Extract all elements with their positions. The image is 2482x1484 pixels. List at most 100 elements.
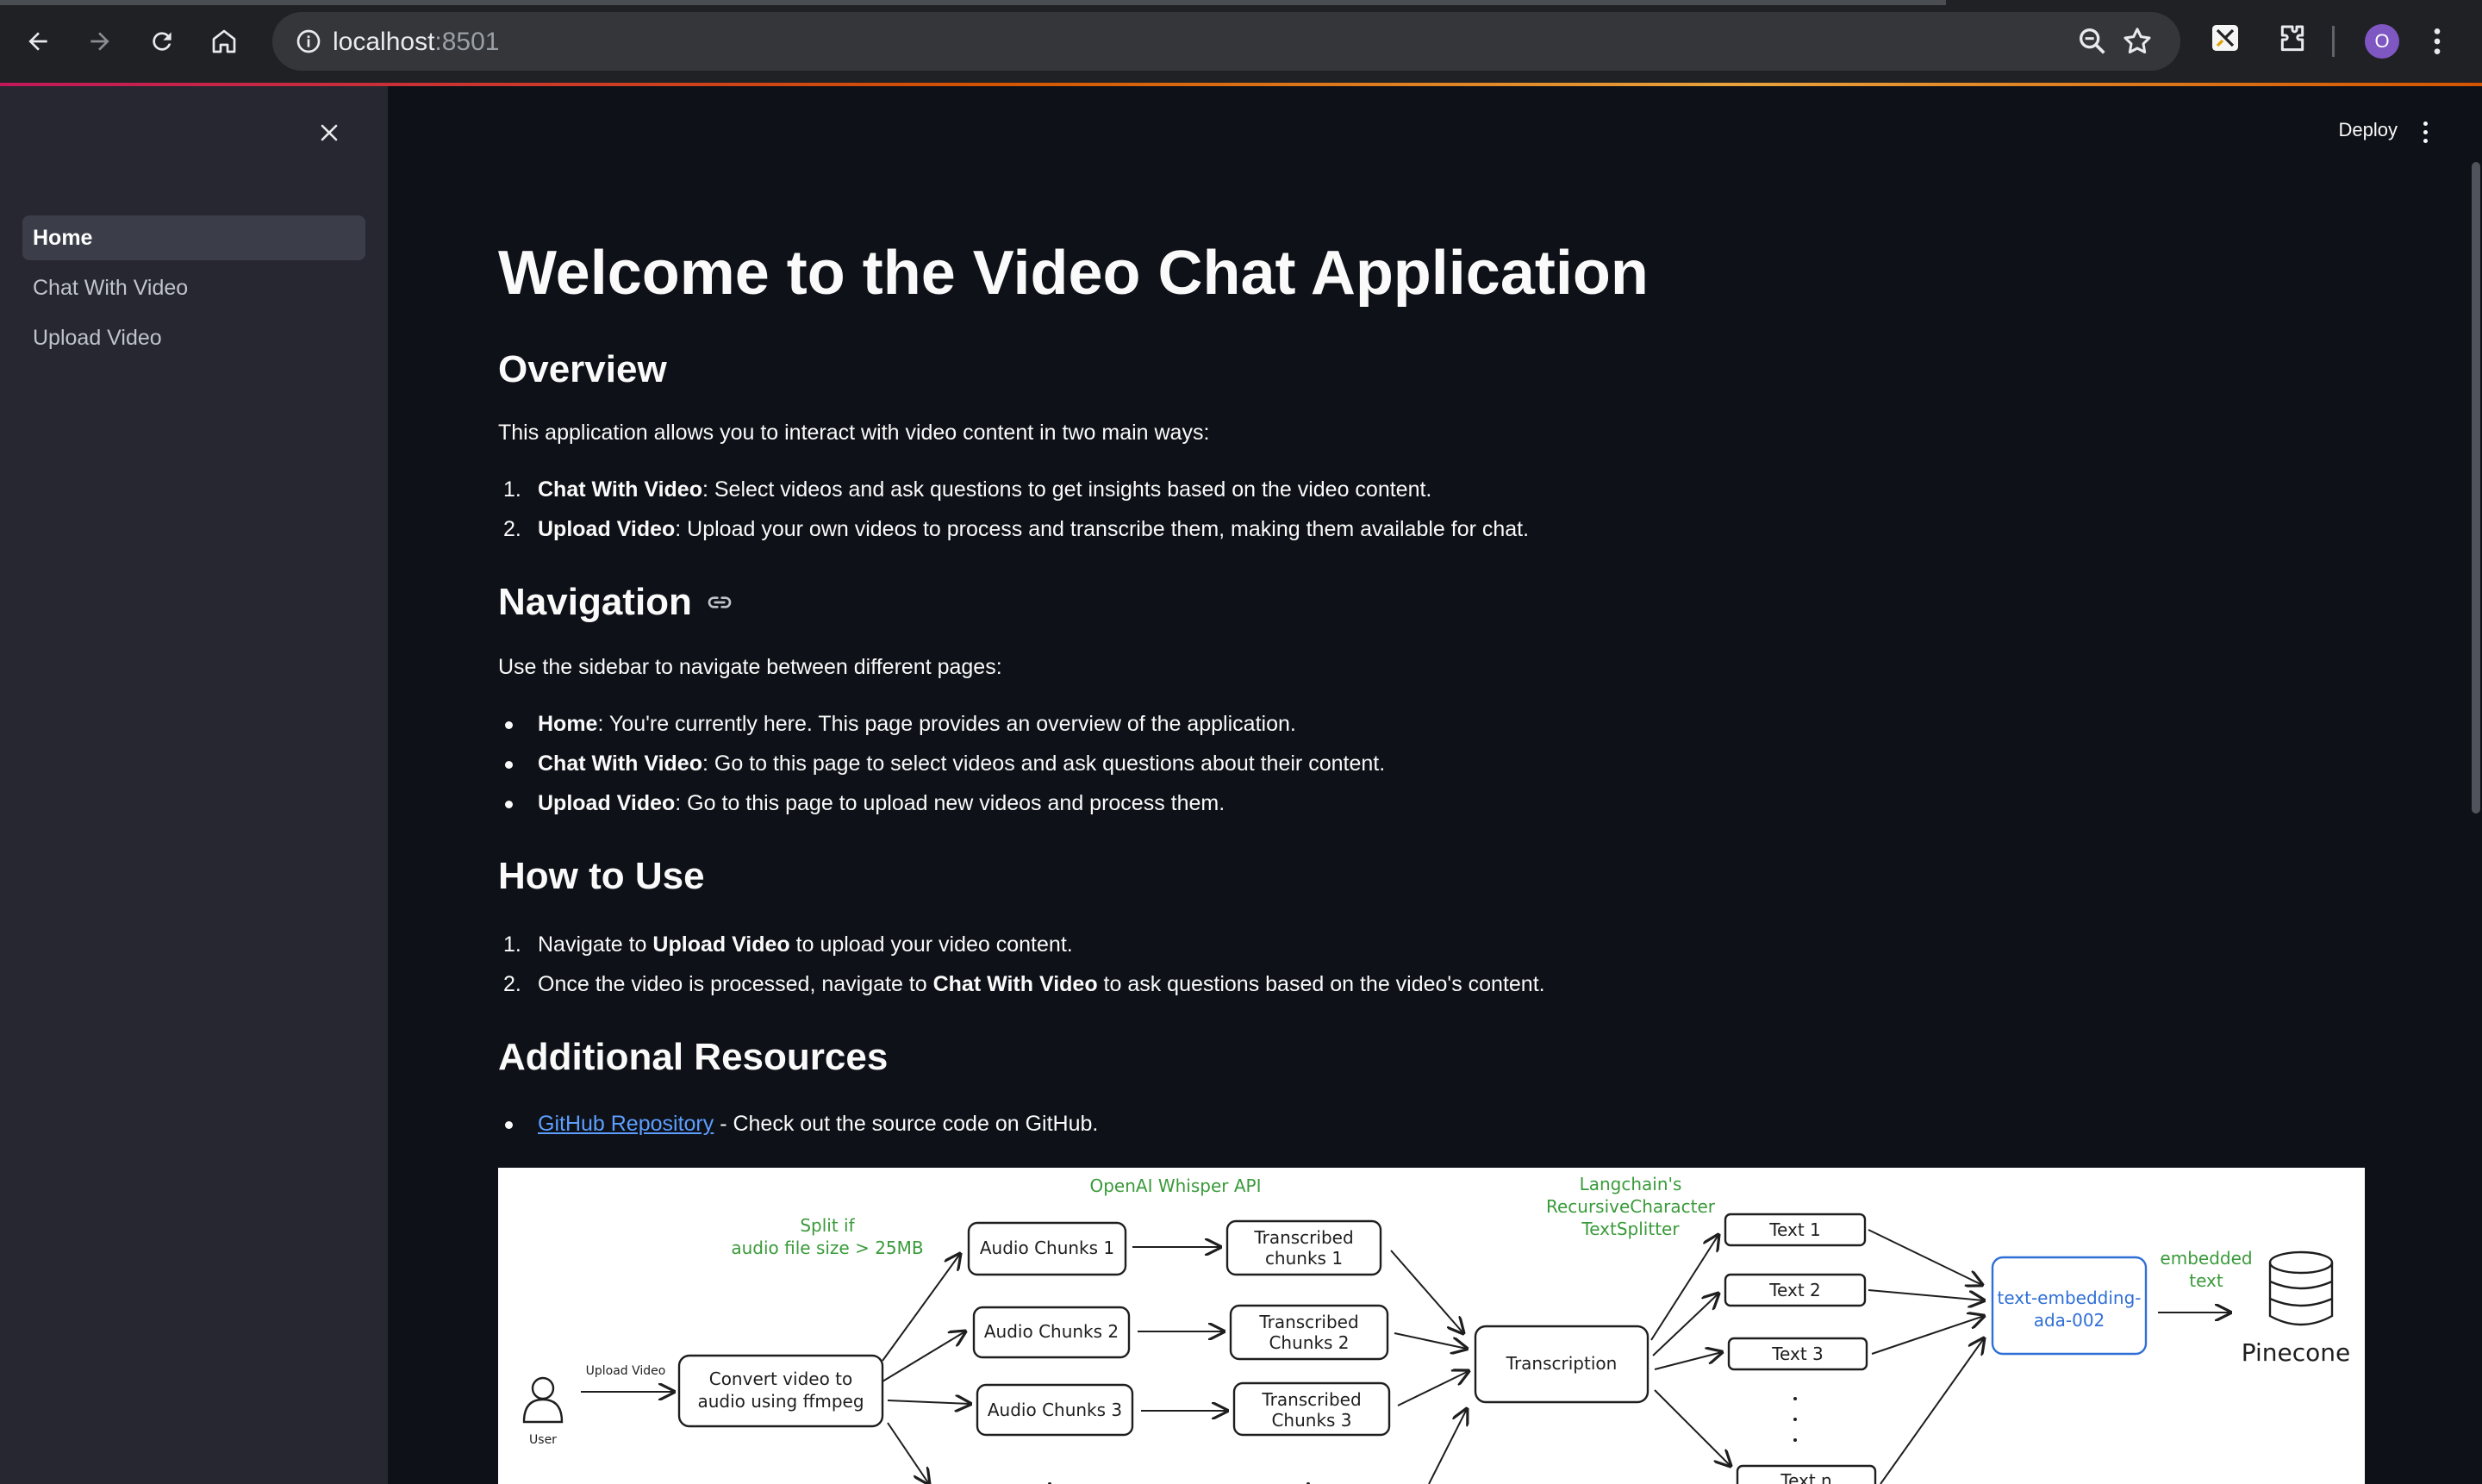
close-icon — [321, 124, 338, 141]
diagram-splitter-line-2: RecursiveCharacter — [1546, 1196, 1716, 1217]
list-marker: 2. — [503, 517, 521, 541]
navigation-heading-text: Navigation — [498, 581, 692, 623]
url-port: :8501 — [434, 28, 500, 56]
diagram-audio-chunk-2: Audio Chunks 2 — [984, 1321, 1119, 1342]
diagram-text-1: Text 1 — [1768, 1219, 1821, 1240]
diagram-pinecone: Pinecone — [2242, 1338, 2351, 1367]
list-item-text: to ask questions based on the video's co… — [1097, 972, 1545, 996]
deploy-button[interactable]: Deploy — [2339, 119, 2398, 141]
profile-avatar[interactable]: O — [2365, 24, 2399, 59]
arrow-right-icon — [90, 32, 109, 51]
diagram-splitter-line-3: TextSplitter — [1581, 1219, 1680, 1239]
zoom-icon[interactable] — [2075, 24, 2110, 59]
user-icon — [531, 1376, 555, 1400]
bullet-icon — [505, 801, 513, 808]
diagram-user-label: User — [529, 1433, 557, 1447]
reload-icon — [153, 32, 171, 51]
list-item-text: Once the video is processed, navigate to — [538, 972, 933, 996]
sidebar: Home Chat With Video Upload Video — [0, 86, 388, 1484]
list-item-bold: Upload Video — [538, 517, 676, 541]
list-item-text: : Upload your own videos to process and … — [675, 517, 1530, 541]
diagram-text-2: Text 2 — [1768, 1280, 1821, 1300]
main-menu-icon[interactable] — [2417, 119, 2434, 145]
diagram-embedded-line-2: text — [2189, 1270, 2223, 1291]
list-item-text: : You're currently here. This page provi… — [597, 712, 1296, 736]
url-text[interactable]: localhost:8501 — [333, 28, 499, 57]
sidebar-nav: Home Chat With Video Upload Video — [22, 215, 365, 365]
diagram-transcribed-2a: Transcribed — [1258, 1312, 1358, 1332]
github-repository-link[interactable]: GitHub Repository — [538, 1112, 714, 1136]
navigation-intro: Use the sidebar to navigate between diff… — [498, 655, 1002, 679]
diagram-splitter-line-1: Langchain's — [1580, 1174, 1682, 1194]
scrollbar[interactable] — [2470, 162, 2482, 1484]
list-item-text: Navigate to — [538, 932, 653, 957]
back-button[interactable] — [16, 19, 60, 64]
diagram-split-line-2: audio file size > 25MB — [731, 1238, 923, 1258]
bullet-icon — [505, 761, 513, 769]
bullet-icon — [505, 1121, 513, 1129]
diagram-transcribed-2b: Chunks 2 — [1269, 1332, 1349, 1353]
list-marker: 1. — [503, 477, 521, 502]
list-item-text: - Check out the source code on GitHub. — [714, 1112, 1099, 1136]
list-item-bold: Chat With Video — [538, 477, 702, 502]
diagram-embedding-line-1: text-embedding- — [1997, 1288, 2141, 1308]
list-item-text: : Go to this page to upload new videos a… — [675, 791, 1225, 815]
overview-heading: Overview — [498, 348, 667, 390]
page-title: Welcome to the Video Chat Application — [498, 239, 1649, 308]
diagram-convert-line-2: audio using ffmpeg — [697, 1391, 864, 1412]
diagram-transcribed-1a: Transcribed — [1253, 1227, 1353, 1248]
diagram-upload-label: Upload Video — [586, 1364, 666, 1378]
list-item-text: : Select videos and ask questions to get… — [702, 477, 1432, 502]
close-sidebar-button[interactable] — [315, 119, 343, 147]
diagram-embedded-line-1: embedded — [2160, 1248, 2252, 1269]
additional-resources-heading: Additional Resources — [498, 1036, 889, 1078]
diagram-transcribed-3b: Chunks 3 — [1271, 1410, 1351, 1431]
diagram-transcribed-3a: Transcribed — [1261, 1389, 1361, 1410]
home-icon — [212, 29, 236, 53]
list-marker: 2. — [503, 972, 521, 996]
sidebar-item-upload-video[interactable]: Upload Video — [22, 315, 365, 360]
list-item-bold: Upload Video — [538, 791, 676, 815]
bookmark-star-icon[interactable] — [2120, 24, 2155, 59]
user-body-icon — [522, 1398, 564, 1424]
diagram-convert-line-1: Convert video to — [709, 1369, 853, 1389]
how-to-use-heading: How to Use — [498, 855, 705, 897]
list-item-text: : Go to this page to select videos and a… — [702, 751, 1386, 776]
overview-intro: This application allows you to interact … — [498, 421, 1210, 445]
list-item-bold: Chat With Video — [538, 751, 702, 776]
diagram-transcribed-1b: chunks 1 — [1265, 1248, 1343, 1269]
reload-button[interactable] — [140, 19, 184, 64]
list-marker: 1. — [503, 932, 521, 957]
extensions-puzzle-icon[interactable] — [2275, 22, 2310, 57]
diagram-embedding-line-2: ada-002 — [2034, 1310, 2105, 1331]
site-info-icon[interactable] — [291, 24, 326, 59]
sidebar-item-home[interactable]: Home — [22, 215, 365, 260]
architecture-diagram: User Upload Video Convert video to audio… — [498, 1168, 2365, 1484]
page-load-progress — [0, 0, 1946, 5]
diagram-text-n: Text n — [1780, 1470, 1831, 1484]
list-item-bold: Chat With Video — [932, 972, 1098, 996]
browser-menu-icon[interactable] — [2429, 24, 2446, 59]
diagram-split-line-1: Split if — [800, 1215, 855, 1236]
sidebar-item-chat-with-video[interactable]: Chat With Video — [22, 265, 365, 310]
address-bar[interactable]: localhost:8501 — [272, 12, 2180, 71]
list-item-bold: Upload Video — [652, 932, 790, 957]
diagram-audio-chunk-1: Audio Chunks 1 — [980, 1238, 1114, 1258]
navigation-heading: Navigation — [498, 581, 733, 624]
browser-toolbar: localhost:8501 O — [0, 0, 2482, 86]
diagram-audio-chunk-3: Audio Chunks 3 — [988, 1400, 1122, 1420]
extension-icon[interactable] — [2210, 22, 2241, 53]
arrow-left-icon — [28, 32, 47, 51]
toolbar-divider — [2332, 26, 2335, 57]
diagram-text-3: Text 3 — [1771, 1344, 1824, 1364]
anchor-link-icon[interactable] — [706, 589, 733, 616]
main-area: Deploy Welcome to the Video Chat Applica… — [388, 86, 2482, 1484]
bullet-icon — [505, 721, 513, 729]
forward-button[interactable] — [78, 19, 122, 64]
home-button[interactable] — [202, 19, 246, 64]
list-item-text: to upload your video content. — [789, 932, 1073, 957]
scrollbar-thumb[interactable] — [2472, 162, 2480, 814]
url-host: localhost — [333, 28, 435, 56]
diagram-transcription: Transcription — [1506, 1353, 1618, 1374]
pinecone-db-icon — [2268, 1250, 2334, 1275]
